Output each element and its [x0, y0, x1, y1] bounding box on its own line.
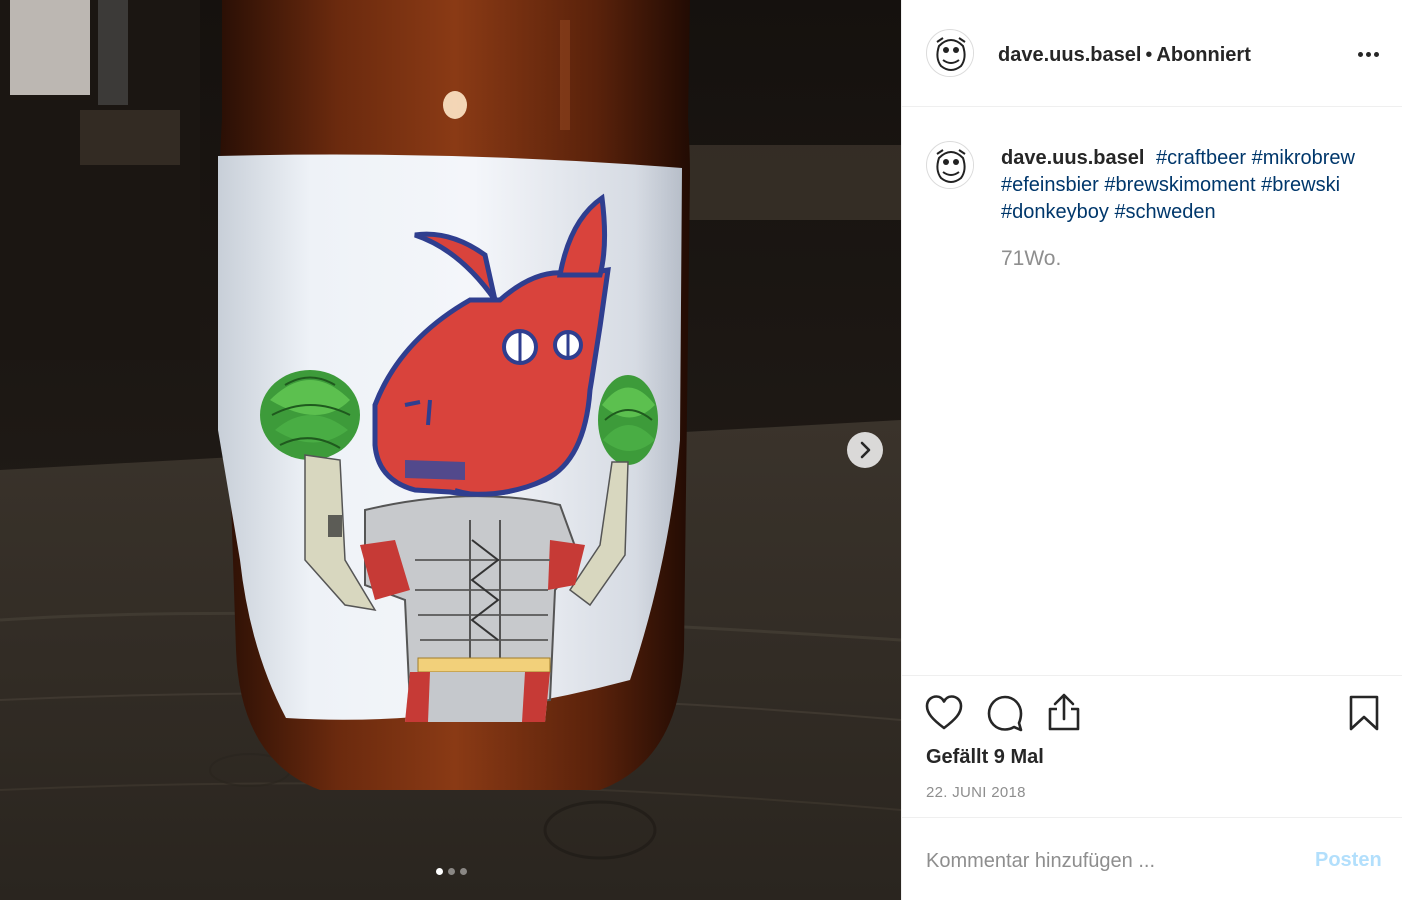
hashtag-link[interactable]: #donkeyboy	[1001, 201, 1109, 223]
hashtag-link[interactable]: #brewskimoment	[1104, 174, 1255, 196]
author-username-link[interactable]: dave.uus.basel	[998, 44, 1141, 66]
carousel-indicator	[0, 868, 901, 875]
chevron-right-icon	[860, 441, 871, 459]
post-sidebar: dave.uus.basel • Abonniert dave.uus.base…	[901, 0, 1402, 900]
post-media	[0, 0, 901, 900]
like-button[interactable]	[924, 694, 964, 737]
comment-bubble-icon	[987, 695, 1023, 732]
hashtag-link[interactable]: #craftbeer	[1156, 147, 1246, 169]
hashtag-link[interactable]: #efeinsbier	[1001, 174, 1099, 196]
more-options-icon	[1357, 51, 1363, 57]
caption-avatar[interactable]	[926, 141, 974, 189]
separator-dot: •	[1145, 44, 1153, 66]
hashtag-link[interactable]: #brewski	[1261, 174, 1340, 196]
share-button[interactable]	[1046, 692, 1082, 737]
share-icon	[1048, 693, 1080, 731]
avatar-image	[928, 31, 973, 76]
caption-username-link[interactable]: dave.uus.basel	[1001, 147, 1144, 169]
post-header: dave.uus.basel • Abonniert	[902, 0, 1402, 107]
comment-input[interactable]	[926, 846, 1296, 876]
post-comment-button[interactable]: Posten	[1315, 849, 1382, 872]
carousel-dot	[460, 868, 467, 875]
hashtag-link[interactable]: #mikrobrew	[1252, 147, 1355, 169]
heart-icon	[925, 695, 963, 730]
save-button[interactable]	[1348, 694, 1380, 737]
post-date: 22. JUNI 2018	[926, 784, 1026, 801]
relative-timestamp[interactable]: 71Wo.	[1001, 247, 1061, 271]
likes-count[interactable]: Gefällt 9 Mal	[926, 746, 1044, 769]
avatar[interactable]	[926, 29, 974, 77]
hashtag-link[interactable]: #schweden	[1114, 201, 1215, 223]
action-bar: Gefällt 9 Mal 22. JUNI 2018	[902, 675, 1402, 818]
bookmark-icon	[1349, 695, 1379, 731]
instagram-post: dave.uus.basel • Abonniert dave.uus.base…	[0, 0, 1402, 900]
next-image-button[interactable]	[847, 432, 883, 468]
header-author-line: dave.uus.basel • Abonniert	[998, 42, 1251, 68]
caption-text: dave.uus.basel #craftbeer #mikrobrew #ef…	[1001, 145, 1381, 226]
beer-bottle-photo	[0, 0, 901, 900]
avatar-image	[928, 143, 973, 188]
comment-form: Posten	[902, 817, 1402, 900]
more-options-button[interactable]	[1355, 42, 1381, 66]
comment-button[interactable]	[986, 694, 1024, 737]
carousel-dot	[448, 868, 455, 875]
follow-status-button[interactable]: Abonniert	[1156, 44, 1250, 66]
carousel-dot-active	[436, 868, 443, 875]
